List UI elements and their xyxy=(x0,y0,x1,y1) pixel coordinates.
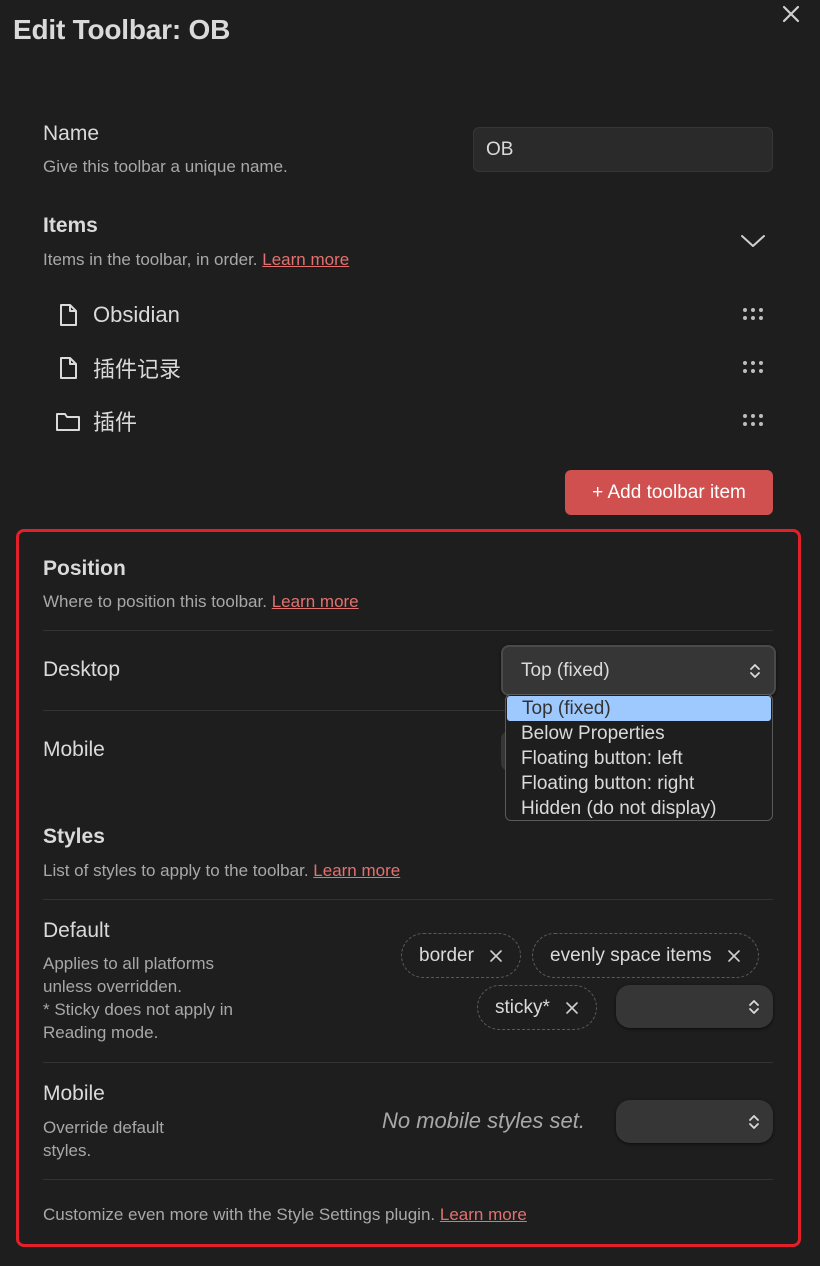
style-chip-label: evenly space items xyxy=(550,944,712,966)
items-learn-more-link[interactable]: Learn more xyxy=(262,250,349,269)
items-setting-label: Items xyxy=(43,214,98,237)
drag-handle-icon[interactable] xyxy=(741,412,765,428)
style-chip-sticky: sticky* xyxy=(477,985,597,1030)
desktop-position-label: Desktop xyxy=(43,658,121,681)
mobile-position-label: Mobile xyxy=(43,738,105,761)
position-description-text: Where to position this toolbar. xyxy=(43,592,267,611)
style-chip-evenly-space: evenly space items xyxy=(532,933,759,978)
footer-text: Customize even more with the Style Setti… xyxy=(43,1203,527,1226)
chevron-down-icon[interactable] xyxy=(740,230,766,252)
footer-description: Customize even more with the Style Setti… xyxy=(43,1205,436,1224)
divider xyxy=(43,630,773,631)
toolbar-item-row[interactable]: 插件 xyxy=(55,406,775,436)
select-arrows-icon xyxy=(750,663,760,678)
styles-description: List of styles to apply to the toolbar. … xyxy=(43,859,400,882)
name-setting-label: Name xyxy=(43,122,100,145)
add-toolbar-item-button[interactable]: + Add toolbar item xyxy=(565,470,773,515)
divider xyxy=(43,1179,773,1180)
name-setting-description: Give this toolbar a unique name. xyxy=(43,157,288,176)
default-styles-description: Applies to all platforms unless overridd… xyxy=(43,952,233,1044)
default-styles-label: Default xyxy=(43,919,110,942)
styles-learn-more-link[interactable]: Learn more xyxy=(313,861,400,880)
drag-handle-icon[interactable] xyxy=(741,306,765,322)
mobile-desc-line: Override default xyxy=(43,1118,164,1137)
drag-handle-icon[interactable] xyxy=(741,359,765,375)
toolbar-item-row[interactable]: Obsidian xyxy=(55,300,775,330)
dropdown-option[interactable]: Below Properties xyxy=(506,721,772,746)
dropdown-option[interactable]: Hidden (do not display) xyxy=(506,796,772,820)
remove-icon[interactable] xyxy=(564,1000,580,1016)
dialog-title: Edit Toolbar: OB xyxy=(13,14,231,45)
file-icon xyxy=(60,304,77,326)
desktop-position-select[interactable]: Top (fixed) xyxy=(501,645,776,696)
position-heading: Position xyxy=(43,557,126,580)
dropdown-option[interactable]: Floating button: left xyxy=(506,746,772,771)
styles-description-text: List of styles to apply to the toolbar. xyxy=(43,861,309,880)
dropdown-option[interactable]: Floating button: right xyxy=(506,771,772,796)
divider xyxy=(43,1062,773,1063)
desktop-position-value: Top (fixed) xyxy=(521,659,610,681)
remove-icon[interactable] xyxy=(726,948,742,964)
close-icon[interactable] xyxy=(779,2,803,26)
toolbar-item-row[interactable]: 插件记录 xyxy=(55,353,775,383)
add-mobile-style-select[interactable] xyxy=(616,1100,773,1143)
mobile-styles-description: Override default styles. xyxy=(43,1116,164,1162)
select-arrows-icon xyxy=(749,999,759,1014)
toolbar-item-label: Obsidian xyxy=(93,302,180,327)
default-desc-line: * Sticky does not apply in xyxy=(43,1000,233,1019)
file-icon xyxy=(60,357,77,379)
add-default-style-select[interactable] xyxy=(616,985,773,1028)
styles-heading: Styles xyxy=(43,825,105,848)
position-description: Where to position this toolbar. Learn mo… xyxy=(43,590,359,613)
no-mobile-styles-note: No mobile styles set. xyxy=(382,1108,585,1133)
dropdown-option[interactable]: Top (fixed) xyxy=(507,696,771,721)
default-desc-line: Applies to all platforms xyxy=(43,954,215,973)
divider xyxy=(43,899,773,900)
toolbar-item-label: 插件记录 xyxy=(93,357,182,382)
footer-learn-more-link[interactable]: Learn more xyxy=(440,1205,527,1224)
items-setting-description: Items in the toolbar, in order. Learn mo… xyxy=(43,248,349,271)
style-chip-label: sticky* xyxy=(495,996,550,1018)
mobile-desc-line: styles. xyxy=(43,1141,92,1160)
position-dropdown-list[interactable]: Top (fixed) Below Properties Floating bu… xyxy=(505,694,773,821)
toolbar-name-input[interactable] xyxy=(473,127,773,172)
select-arrows-icon xyxy=(749,1114,759,1129)
remove-icon[interactable] xyxy=(488,948,504,964)
toolbar-item-label: 插件 xyxy=(93,410,138,435)
style-chip-border: border xyxy=(401,933,521,978)
mobile-styles-label: Mobile xyxy=(43,1082,105,1105)
folder-icon xyxy=(56,413,80,431)
position-learn-more-link[interactable]: Learn more xyxy=(272,592,359,611)
items-description-text: Items in the toolbar, in order. xyxy=(43,250,258,269)
style-chip-label: border xyxy=(419,944,474,966)
default-desc-line: Reading mode. xyxy=(43,1023,159,1042)
default-desc-line: unless overridden. xyxy=(43,977,182,996)
